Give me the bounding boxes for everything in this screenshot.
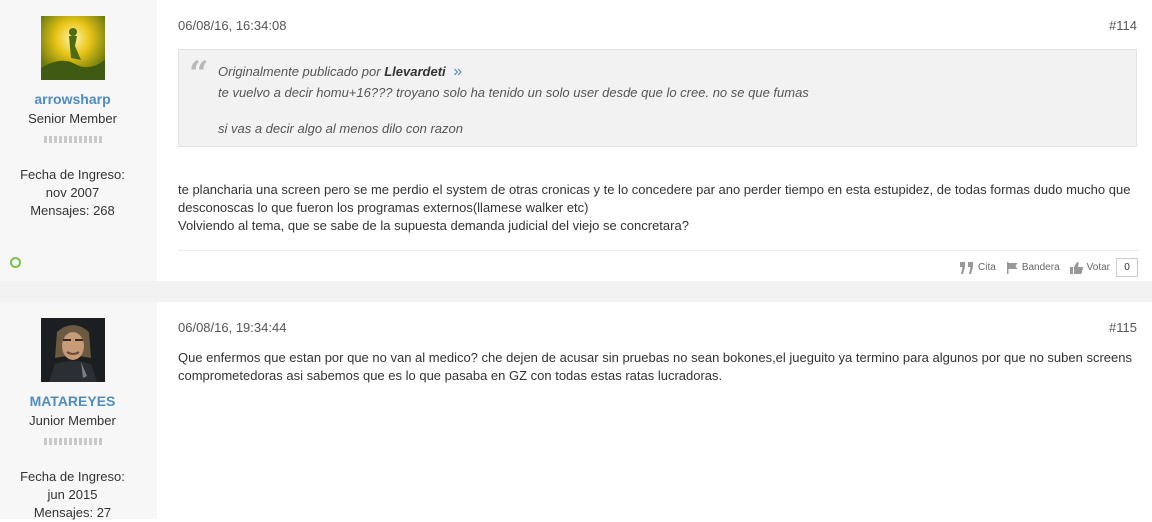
post-number-link[interactable]: #115 bbox=[1109, 320, 1137, 335]
post-count-label: Mensajes: bbox=[33, 505, 94, 520]
online-status-icon bbox=[10, 257, 21, 268]
post-count-label: Mensajes: bbox=[30, 203, 90, 218]
username[interactable]: MATAREYES bbox=[0, 393, 145, 409]
user-info-panel: arrowsharp Senior Member Fecha de Ingres… bbox=[0, 0, 157, 281]
quote-mark-icon: “ bbox=[189, 54, 209, 94]
user-title: Senior Member bbox=[28, 111, 117, 126]
quote-text-line: te vuelvo a decir homu+16??? troyano sol… bbox=[218, 85, 809, 100]
vote-button-label: Votar bbox=[1086, 262, 1110, 273]
user-stats: Fecha de Ingreso: nov 2007 Mensajes: 268 bbox=[0, 166, 145, 220]
user-info-panel: MATAREYES Junior Member Fecha de Ingreso… bbox=[0, 302, 157, 522]
join-date-label: Fecha de Ingreso: bbox=[20, 167, 125, 182]
post-message: Que enfermos que estan por que no van al… bbox=[178, 349, 1138, 385]
post: arrowsharp Senior Member Fecha de Ingres… bbox=[0, 0, 1152, 281]
message-paragraph: Que enfermos que estan por que no van al… bbox=[178, 350, 1132, 383]
quote-header: Originalmente publicado por Llevardeti » bbox=[218, 63, 462, 81]
avatar[interactable] bbox=[41, 16, 105, 80]
post-actions: Cita Bandera Votar 0 bbox=[950, 258, 1138, 277]
user-stats: Fecha de Ingreso: jun 2015 Mensajes: 27 bbox=[0, 468, 145, 522]
message-paragraph: te plancharia una screen pero se me perd… bbox=[178, 182, 1131, 215]
post-separator bbox=[0, 281, 1152, 302]
vote-count: 0 bbox=[1116, 258, 1138, 277]
join-date-label: Fecha de Ingreso: bbox=[20, 469, 125, 484]
post: MATAREYES Junior Member Fecha de Ingreso… bbox=[0, 302, 1152, 522]
post-count: 268 bbox=[93, 203, 115, 218]
quote-arrow-icon[interactable]: » bbox=[453, 63, 462, 80]
username[interactable]: arrowsharp bbox=[0, 91, 145, 107]
message-paragraph: Volviendo al tema, que se sabe de la sup… bbox=[178, 218, 689, 233]
post-count-row: Mensajes: 27 bbox=[0, 504, 145, 522]
quote-author: Llevardeti bbox=[384, 64, 446, 79]
post-number-link[interactable]: #114 bbox=[1109, 18, 1137, 33]
flag-icon bbox=[1006, 261, 1018, 274]
post-count-row: Mensajes: 268 bbox=[0, 202, 145, 220]
join-date: nov 2007 bbox=[45, 185, 100, 200]
quote-icon bbox=[960, 261, 974, 274]
flag-button-label: Bandera bbox=[1021, 262, 1060, 273]
flag-button[interactable]: Bandera bbox=[1006, 261, 1060, 274]
post-count: 27 bbox=[96, 505, 112, 520]
user-title: Junior Member bbox=[29, 413, 116, 428]
join-date: jun 2015 bbox=[47, 487, 98, 502]
post-date: 06/08/16, 19:34:44 bbox=[178, 320, 287, 335]
thumbs-up-icon bbox=[1069, 261, 1083, 274]
post-message: te plancharia una screen pero se me perd… bbox=[178, 181, 1138, 235]
post-footer: Cita Bandera Votar 0 bbox=[178, 250, 1138, 281]
avatar[interactable] bbox=[41, 318, 105, 382]
quote-block: “ Originalmente publicado por Llevardeti… bbox=[178, 49, 1137, 147]
vote-button[interactable]: Votar bbox=[1069, 261, 1110, 274]
quote-button-label: Cita bbox=[978, 262, 996, 273]
quote-button[interactable]: Cita bbox=[960, 261, 996, 274]
reputation-bar bbox=[44, 136, 104, 144]
quote-intro: Originalmente publicado por bbox=[218, 64, 381, 79]
reputation-bar bbox=[44, 438, 104, 446]
quote-text-line: si vas a decir algo al menos dilo con ra… bbox=[218, 121, 463, 136]
post-date: 06/08/16, 16:34:08 bbox=[178, 18, 287, 33]
